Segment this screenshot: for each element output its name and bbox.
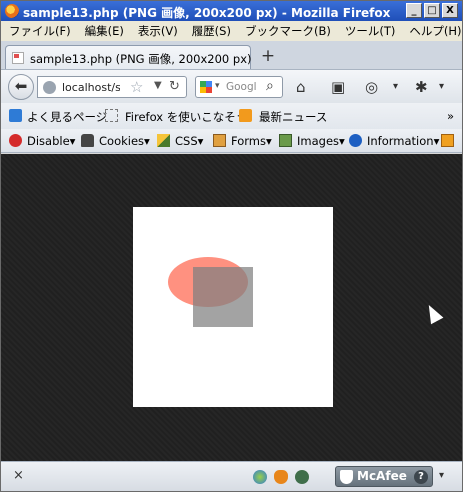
mcafee-shield-icon: [340, 470, 353, 484]
menu-tools[interactable]: ツール(T): [345, 23, 396, 39]
mcafee-help-icon[interactable]: ?: [414, 470, 428, 484]
mcafee-button[interactable]: McAfee ?: [335, 466, 433, 487]
menu-help[interactable]: ヘルプ(H): [409, 23, 461, 39]
back-arrow-icon: ⬅: [14, 77, 28, 95]
dev-information-menu[interactable]: Information▾: [367, 134, 439, 148]
tab-sample13[interactable]: sample13.php (PNG 画像, 200x200 px): [5, 45, 252, 69]
css-pencil-icon: [157, 134, 170, 147]
status-globe-icon[interactable]: [253, 470, 267, 484]
images-icon: [279, 134, 292, 147]
png-image: [133, 207, 333, 407]
dev-cookies-menu[interactable]: Cookies▾: [99, 134, 150, 148]
mcafee-label: McAfee: [357, 469, 407, 483]
menu-bar: ファイル(F) 編集(E) 表示(V) 履歴(S) ブックマーク(B) ツール(…: [1, 21, 462, 41]
addon-square-icon[interactable]: ▣: [331, 78, 345, 96]
close-button[interactable]: X: [442, 3, 458, 18]
image-favicon-icon: [12, 52, 24, 64]
close-addon-bar-button[interactable]: ×: [13, 468, 24, 483]
home-icon[interactable]: ⌂: [296, 78, 306, 96]
rss-icon: [239, 109, 252, 122]
url-dropdown-icon[interactable]: ▼: [154, 80, 162, 91]
globe-icon: [43, 81, 56, 94]
menu-history[interactable]: 履歴(S): [192, 23, 231, 39]
window-controls: _ □ X: [406, 3, 458, 18]
bookmark-star-icon[interactable]: ☆: [130, 78, 143, 96]
reload-icon[interactable]: ↻: [169, 79, 180, 94]
bookmark-firefox-tips[interactable]: Firefox を使いこなそう: [125, 109, 247, 125]
overflow-dropdown-icon[interactable]: ▾: [439, 81, 444, 92]
url-text: localhost/s: [62, 81, 120, 94]
title-bar: sample13.php (PNG 画像, 200x200 px) - Mozi…: [1, 1, 462, 21]
bookmark-latest-news[interactable]: 最新ニュース: [259, 109, 327, 125]
cookie-icon: [81, 134, 94, 147]
flame-icon[interactable]: [274, 470, 288, 484]
search-input[interactable]: Googl: [226, 81, 262, 93]
toolbar-dropdown-icon[interactable]: ▾: [393, 81, 398, 92]
extension-icon[interactable]: ✱: [415, 78, 428, 96]
misc-tool-icon[interactable]: [441, 134, 454, 147]
dev-images-menu[interactable]: Images▾: [297, 134, 345, 148]
gray-square-shape: [193, 267, 253, 327]
minimize-button[interactable]: _: [406, 3, 422, 18]
menu-edit[interactable]: 編集(E): [85, 23, 124, 39]
green-circle-icon[interactable]: [295, 470, 309, 484]
page-icon: [105, 109, 118, 122]
dev-css-menu[interactable]: CSS▾: [175, 134, 203, 148]
forms-icon: [213, 134, 226, 147]
search-icon[interactable]: ⌕: [266, 78, 274, 94]
new-tab-button[interactable]: +: [257, 47, 279, 67]
menu-view[interactable]: 表示(V): [138, 23, 178, 39]
maximize-button[interactable]: □: [424, 3, 440, 18]
dev-disable-menu[interactable]: Disable▾: [27, 134, 75, 148]
search-bar[interactable]: ▾ Googl ⌕: [195, 76, 283, 98]
firefox-window: sample13.php (PNG 画像, 200x200 px) - Mozi…: [0, 0, 463, 492]
back-button[interactable]: ⬅: [8, 74, 34, 100]
search-engine-dropdown-icon[interactable]: ▾: [215, 81, 220, 91]
menu-bookmarks[interactable]: ブックマーク(B): [245, 23, 331, 39]
dev-forms-menu[interactable]: Forms▾: [231, 134, 272, 148]
menu-file[interactable]: ファイル(F): [9, 23, 71, 39]
url-bar[interactable]: localhost/s ☆ ▼ ↻: [37, 76, 187, 98]
web-developer-toolbar: Disable▾ Cookies▾ CSS▾ Forms▾ Images▾ In…: [1, 129, 462, 153]
disable-icon: [9, 134, 22, 147]
firefox-icon: [5, 4, 19, 18]
addon-dropdown-icon[interactable]: ▾: [439, 470, 444, 481]
tab-label: sample13.php (PNG 画像, 200x200 px): [30, 52, 252, 66]
navigation-toolbar: ⬅ localhost/s ☆ ▼ ↻ ▾ Googl ⌕ ⌂ ▣ ◎ ▾ ✱ …: [1, 69, 462, 103]
bookmarks-toolbar: よく見るページ Firefox を使いこなそう 最新ニュース »: [1, 103, 462, 129]
tab-strip: sample13.php (PNG 画像, 200x200 px) +: [1, 41, 462, 69]
bookmark-most-visited[interactable]: よく見るページ: [27, 109, 107, 125]
screenshot-icon[interactable]: ◎: [365, 78, 378, 96]
google-icon[interactable]: [200, 81, 212, 93]
bookmarks-overflow-button[interactable]: »: [447, 109, 454, 123]
window-title: sample13.php (PNG 画像, 200x200 px) - Mozi…: [23, 6, 391, 20]
mouse-cursor-icon: [422, 301, 444, 325]
addon-bar: × McAfee ? ▾: [1, 461, 462, 491]
most-visited-icon: [9, 109, 22, 122]
page-content: [1, 154, 462, 461]
information-icon: [349, 134, 362, 147]
